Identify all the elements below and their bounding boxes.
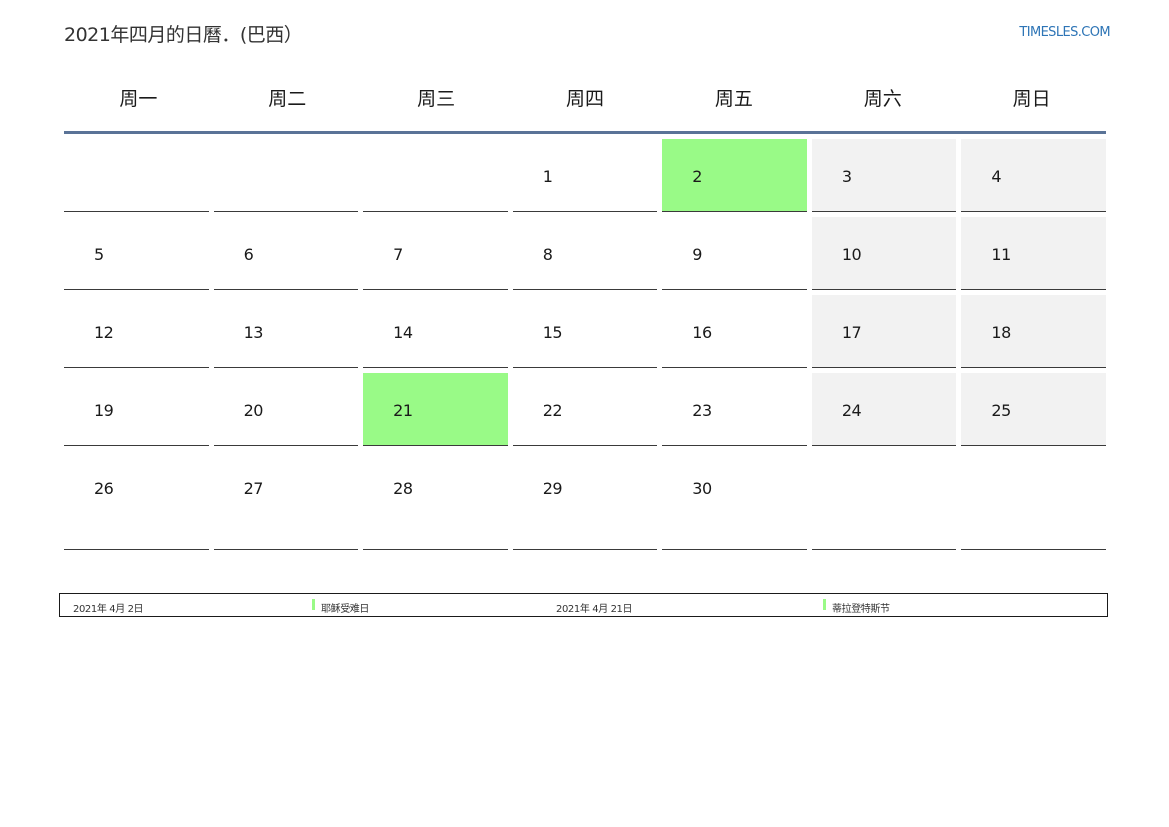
day-number: 30 (692, 479, 712, 498)
day-number: 7 (393, 245, 403, 264)
day-number: 28 (393, 479, 413, 498)
day-cell: 7 (363, 217, 508, 290)
day-number: 12 (94, 323, 114, 342)
day-cell: 11 (961, 217, 1106, 290)
day-cell: 3 (811, 139, 957, 212)
day-cell: 4 (961, 139, 1106, 212)
day-number: 6 (243, 245, 254, 264)
weekday-label: 周六 (863, 88, 902, 110)
holiday-name: 蒂拉登特斯节 (832, 604, 890, 615)
day-number: 13 (243, 323, 264, 342)
day-cell: 13 (213, 295, 359, 368)
weekday-label: 周四 (565, 88, 604, 110)
day-cell: 21 (363, 373, 508, 446)
weekday-label: 周三 (417, 88, 456, 110)
weekday-label: 周二 (268, 88, 307, 110)
day-number: 14 (393, 323, 413, 342)
day-cell: 5 (64, 217, 209, 290)
day-number: 25 (991, 401, 1011, 420)
day-cell: 14 (363, 295, 508, 368)
weekday-label: 周日 (1012, 88, 1051, 110)
holiday-color-marker (823, 599, 826, 610)
day-cell: 18 (961, 295, 1106, 368)
day-number: 26 (94, 479, 114, 498)
day-cell: 1 (512, 139, 658, 212)
day-number: 8 (542, 245, 553, 264)
day-cell: 25 (961, 373, 1106, 446)
day-number: 15 (542, 323, 563, 342)
day-number: 17 (841, 323, 862, 342)
day-cell: 8 (512, 217, 658, 290)
day-cell: 9 (662, 217, 807, 290)
holiday-color-marker (312, 599, 315, 610)
empty-cell (811, 451, 957, 550)
day-number: 10 (841, 245, 862, 264)
day-number: 1 (542, 167, 553, 186)
day-cell: 26 (64, 451, 209, 550)
day-number: 5 (94, 245, 104, 264)
weekday-label: 周五 (714, 88, 753, 110)
holiday-name: 耶稣受难日 (321, 604, 369, 615)
day-cell: 28 (363, 451, 508, 550)
day-cell: 23 (662, 373, 807, 446)
empty-cell (64, 139, 209, 212)
day-number: 20 (243, 401, 264, 420)
day-number: 21 (393, 401, 413, 420)
calendar-grid: 1 2 3 4 5 6 7 8 9 10 11 12 13 14 15 16 17 18 19 20 21 22 23 24 2… (64, 139, 1106, 550)
day-number: 4 (991, 167, 1002, 186)
site-link[interactable]: TIMESLES.COM (1019, 25, 1110, 40)
day-cell: 15 (512, 295, 658, 368)
day-number: 3 (841, 167, 852, 186)
page-title: 2021年四月的日曆．(巴西） (64, 24, 303, 46)
day-number: 22 (542, 401, 563, 420)
day-number: 16 (692, 323, 712, 342)
day-cell: 24 (811, 373, 957, 446)
day-number: 29 (542, 479, 563, 498)
day-cell: 17 (811, 295, 957, 368)
day-number: 18 (991, 323, 1011, 342)
day-cell: 12 (64, 295, 209, 368)
day-number: 23 (692, 401, 712, 420)
day-cell: 16 (662, 295, 807, 368)
weekday-header: 周一 周二 周三 周四 周五 周六 周日 (64, 79, 1106, 134)
empty-cell (213, 139, 359, 212)
day-number: 19 (94, 401, 114, 420)
day-number: 9 (692, 245, 702, 264)
day-number: 27 (243, 479, 264, 498)
day-cell: 30 (662, 451, 807, 550)
day-number: 24 (841, 401, 862, 420)
holiday-legend: 2021年 4月 2日 耶稣受难日 2021年 4月 21日 蒂拉登特斯节 (59, 593, 1108, 617)
day-cell: 19 (64, 373, 209, 446)
empty-cell (961, 451, 1106, 550)
day-number: 2 (692, 167, 702, 186)
day-cell: 29 (512, 451, 658, 550)
day-cell: 6 (213, 217, 359, 290)
holiday-date: 2021年 4月 2日 (73, 604, 144, 615)
empty-cell (363, 139, 508, 212)
day-cell: 2 (662, 139, 807, 212)
day-number: 11 (991, 245, 1011, 264)
weekday-label: 周一 (119, 88, 158, 110)
day-cell: 10 (811, 217, 957, 290)
day-cell: 20 (213, 373, 359, 446)
day-cell: 22 (512, 373, 658, 446)
holiday-date: 2021年 4月 21日 (556, 604, 633, 615)
day-cell: 27 (213, 451, 359, 550)
